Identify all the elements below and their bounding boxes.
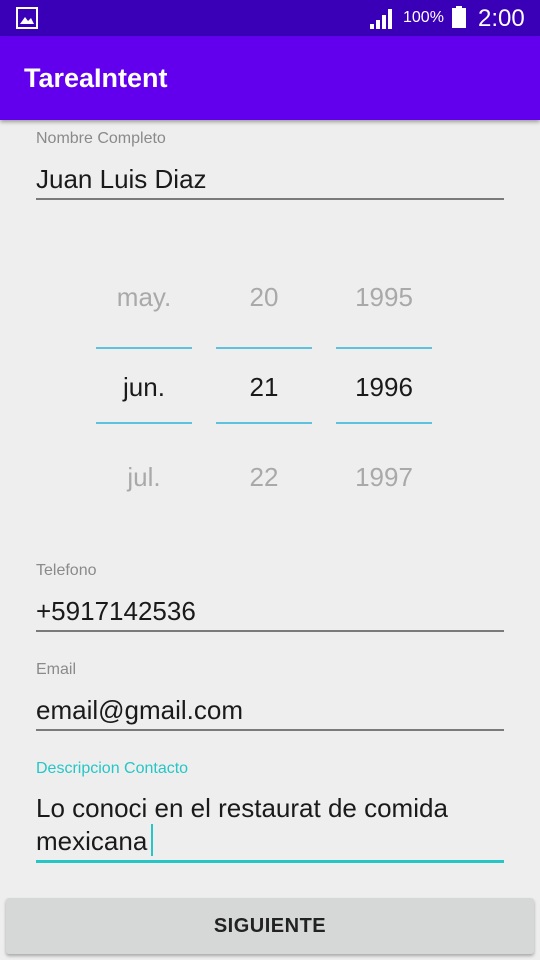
gallery-icon: [16, 7, 38, 29]
month-picker[interactable]: may. jun. jul.: [96, 260, 192, 520]
status-bar: 100% 2:00: [0, 0, 540, 36]
month-selected[interactable]: jun.: [96, 371, 192, 403]
month-divider-top: [96, 347, 192, 349]
status-clock: 2:00: [478, 5, 525, 32]
day-next[interactable]: 22: [216, 461, 312, 493]
battery-icon: [452, 6, 466, 28]
app-title: TareaIntent: [24, 63, 168, 93]
nombre-label: Nombre Completo: [36, 130, 166, 147]
telefono-label: Telefono: [36, 562, 97, 579]
month-prev[interactable]: may.: [96, 281, 192, 313]
battery-percent: 100%: [403, 9, 444, 26]
descripcion-label: Descripcion Contacto: [36, 760, 189, 777]
year-next[interactable]: 1997: [336, 461, 432, 493]
year-picker[interactable]: 1995 1996 1997: [336, 260, 432, 520]
year-divider-top: [336, 347, 432, 349]
descripcion-underline: [36, 860, 504, 863]
nombre-input[interactable]: Juan Luis Diaz: [36, 163, 207, 195]
email-underline: [36, 729, 504, 731]
day-divider-top: [216, 347, 312, 349]
year-prev[interactable]: 1995: [336, 281, 432, 313]
month-next[interactable]: jul.: [96, 461, 192, 493]
day-selected[interactable]: 21: [216, 371, 312, 403]
day-prev[interactable]: 20: [216, 281, 312, 313]
month-divider-bottom: [96, 422, 192, 424]
app-bar: TareaIntent: [0, 36, 540, 120]
telefono-underline: [36, 630, 504, 632]
nombre-underline: [36, 198, 504, 200]
email-input[interactable]: email@gmail.com: [36, 694, 243, 726]
year-selected[interactable]: 1996: [336, 371, 432, 403]
day-picker[interactable]: 20 21 22: [216, 260, 312, 520]
descripcion-input[interactable]: Lo conoci en el restaurat de comida mexi…: [36, 792, 504, 858]
signal-icon: [370, 9, 392, 29]
email-label: Email: [36, 661, 77, 678]
year-divider-bottom: [336, 422, 432, 424]
day-divider-bottom: [216, 422, 312, 424]
text-cursor: [151, 824, 153, 856]
telefono-input[interactable]: +5917142536: [36, 595, 196, 627]
siguiente-button[interactable]: SIGUIENTE: [6, 898, 534, 954]
